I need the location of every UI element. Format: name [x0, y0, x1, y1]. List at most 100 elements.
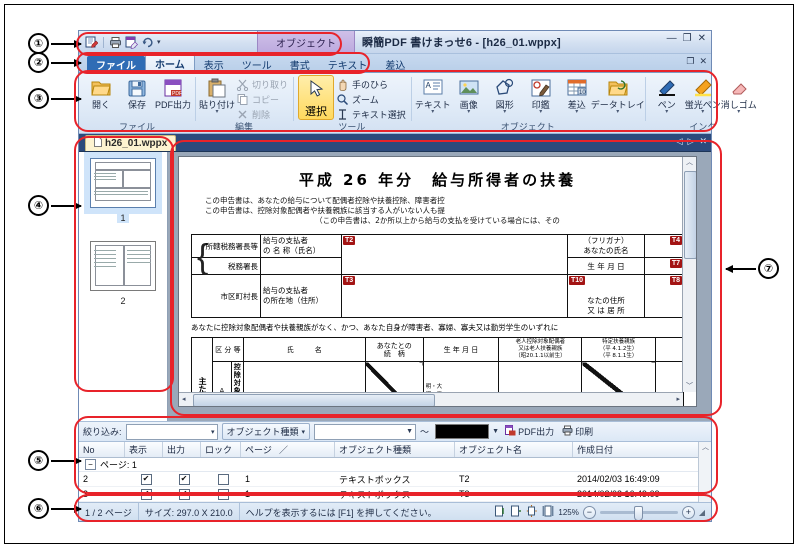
page-vertical-scrollbar[interactable]: ︿ ﹀ [682, 157, 696, 392]
data-tray-caret-icon[interactable]: ▾ [616, 109, 619, 115]
object-list-scrollbar[interactable]: ︿ ﹀ [698, 442, 711, 502]
qat-dropdown-icon[interactable]: ▾ [157, 39, 161, 46]
row-output-checkbox[interactable]: ✔ [178, 473, 190, 485]
row-lock-checkbox[interactable] [217, 488, 229, 500]
tab-file[interactable]: ファイル [87, 56, 145, 72]
scroll-right-icon[interactable]: ▸ [676, 396, 680, 403]
form-field-T7[interactable]: T7 [644, 257, 684, 275]
cut-button[interactable]: 切り取り [236, 77, 288, 91]
filter-color-caret-icon[interactable]: ▼ [492, 428, 499, 435]
page-view[interactable]: 平成 26 年分 給与所得者の扶養 { この申告書は、あなたの給与について配偶者… [168, 152, 711, 421]
page-canvas[interactable]: 平成 26 年分 給与所得者の扶養 { この申告書は、あなたの給与について配偶者… [178, 156, 697, 407]
tab-format[interactable]: 書式 [281, 56, 319, 72]
close-button[interactable]: ✕ [698, 34, 706, 44]
insert-stamp-button[interactable]: 印鑑 ▾ [524, 75, 558, 115]
hand-tool-button[interactable]: 手のひら [336, 77, 406, 91]
document-tab[interactable]: h26_01.wppx [85, 135, 177, 151]
undo-icon[interactable] [141, 36, 154, 49]
save-pdf-icon[interactable] [125, 36, 138, 49]
new-edit-icon[interactable] [85, 36, 99, 49]
insert-stamp-caret-icon[interactable]: ▾ [539, 109, 542, 115]
tab-home[interactable]: ホーム [145, 54, 195, 72]
group-expander-icon[interactable]: − [85, 459, 96, 470]
list-scroll-up-icon[interactable]: ︿ [702, 444, 709, 451]
fit-width-icon[interactable] [510, 505, 522, 519]
tab-text[interactable]: テキスト [319, 56, 377, 72]
page-thumbnail-2[interactable] [90, 241, 156, 291]
column-header-no[interactable]: No [79, 442, 125, 457]
object-type-caret-icon[interactable]: ▾ [302, 428, 306, 436]
insert-text-button[interactable]: A テキスト ▾ [415, 75, 451, 115]
thumbnail-item[interactable]: 1 [84, 152, 162, 223]
column-header-output[interactable]: 出力 [163, 442, 201, 457]
filter-color-field[interactable]: ▼ [433, 424, 499, 439]
delete-button[interactable]: 削除 [236, 107, 288, 121]
insert-shape-caret-icon[interactable]: ▾ [503, 109, 506, 115]
doc-restore-button[interactable]: ❐ [686, 56, 694, 67]
eraser-caret-icon[interactable]: ▾ [737, 109, 740, 115]
single-page-icon[interactable] [542, 505, 554, 519]
tab-tools[interactable]: ツール [233, 56, 281, 72]
table-row[interactable]: 3 ✔ ✔ 1 テキストボックス T3 2014/02/03 16:49:09 [79, 487, 711, 502]
form-field-T4[interactable]: T4 [644, 234, 684, 258]
resize-grip-icon[interactable]: ◢ [699, 508, 705, 517]
table-row[interactable]: 2 ✔ ✔ 1 テキストボックス T2 2014/02/03 16:49:09 [79, 472, 711, 487]
row-lock-checkbox[interactable] [217, 473, 229, 485]
tab-mailmerge[interactable]: 差込 [376, 56, 414, 72]
highlighter-button[interactable]: 蛍光ペン ▾ [685, 75, 721, 115]
data-tray-button[interactable]: データトレイ ▾ [591, 75, 645, 115]
save-button[interactable]: 保存 [120, 75, 154, 110]
tab-view[interactable]: 表示 [195, 56, 233, 72]
zoom-slider[interactable] [599, 505, 678, 521]
column-header-sort[interactable]: ／ [275, 442, 335, 457]
eraser-button[interactable]: 消しゴム ▾ [721, 75, 757, 115]
vertical-scroll-thumb[interactable] [684, 171, 696, 259]
insert-image-caret-icon[interactable]: ▾ [467, 109, 470, 115]
highlighter-caret-icon[interactable]: ▾ [701, 109, 704, 115]
paste-caret-icon[interactable]: ▾ [215, 109, 218, 115]
object-list-group-row[interactable]: − ページ: 1 [79, 458, 711, 472]
page-horizontal-scrollbar[interactable]: ◂ ▸ [179, 392, 683, 406]
form-field-T2[interactable]: T2 [341, 234, 568, 275]
tab-close-icon[interactable]: ✕ [699, 136, 707, 147]
filter-combo[interactable]: ▾ [125, 423, 218, 440]
scroll-down-icon[interactable]: ﹀ [686, 383, 693, 390]
column-header-type[interactable]: オブジェクト種類 [335, 442, 455, 457]
pen-caret-icon[interactable]: ▾ [665, 109, 668, 115]
list-print-button[interactable]: 印刷 [560, 425, 595, 438]
object-type-filter-button[interactable]: オブジェクト種類 ▾ [221, 423, 311, 440]
tab-prev-icon[interactable]: ◁ [676, 136, 683, 147]
list-pdf-export-button[interactable]: PDF出力 [503, 425, 556, 438]
filter-value-field[interactable]: ▼ [314, 423, 417, 440]
text-select-tool-button[interactable]: テキスト選択 [336, 107, 406, 121]
row-display-checkbox[interactable]: ✔ [140, 473, 152, 485]
thumbnail-item[interactable]: 2 [90, 241, 156, 306]
filter-color-swatch[interactable] [435, 424, 490, 439]
scroll-up-icon[interactable]: ︿ [686, 159, 693, 166]
maximize-button[interactable]: ❐ [683, 34, 692, 44]
horizontal-scroll-thumb[interactable] [193, 394, 435, 406]
fit-page-icon[interactable] [494, 505, 506, 519]
form-field-T3[interactable]: T3 [341, 274, 568, 318]
copy-button[interactable]: コピー [236, 92, 288, 106]
zoom-in-button[interactable]: + [681, 505, 695, 519]
thumbnail-pane[interactable]: 1 2 [79, 152, 168, 421]
filter-combo-caret-icon[interactable]: ▾ [211, 428, 215, 436]
row-output-checkbox[interactable]: ✔ [178, 488, 190, 500]
row-display-checkbox[interactable]: ✔ [140, 488, 152, 500]
paste-button[interactable]: 貼り付け ▾ [199, 75, 235, 115]
pdf-export-button[interactable]: PDF PDF出力 [155, 75, 191, 110]
contextual-tab-object[interactable]: オブジェクト [257, 31, 355, 53]
insert-shape-button[interactable]: 図形 ▾ [488, 75, 522, 115]
column-header-created[interactable]: 作成日付 [573, 442, 711, 457]
minimize-button[interactable]: — [667, 34, 677, 44]
insert-text-caret-icon[interactable]: ▾ [431, 109, 434, 115]
print-icon[interactable] [109, 36, 122, 49]
zoom-tool-button[interactable]: ズーム [336, 92, 406, 106]
actual-size-icon[interactable] [526, 505, 538, 519]
zoom-slider-knob[interactable] [633, 505, 643, 521]
select-tool-button[interactable]: 選択 [298, 75, 335, 120]
scroll-left-icon[interactable]: ◂ [182, 396, 186, 403]
form-field-T8[interactable]: T8 [644, 274, 684, 318]
open-button[interactable]: 開く [84, 75, 118, 110]
